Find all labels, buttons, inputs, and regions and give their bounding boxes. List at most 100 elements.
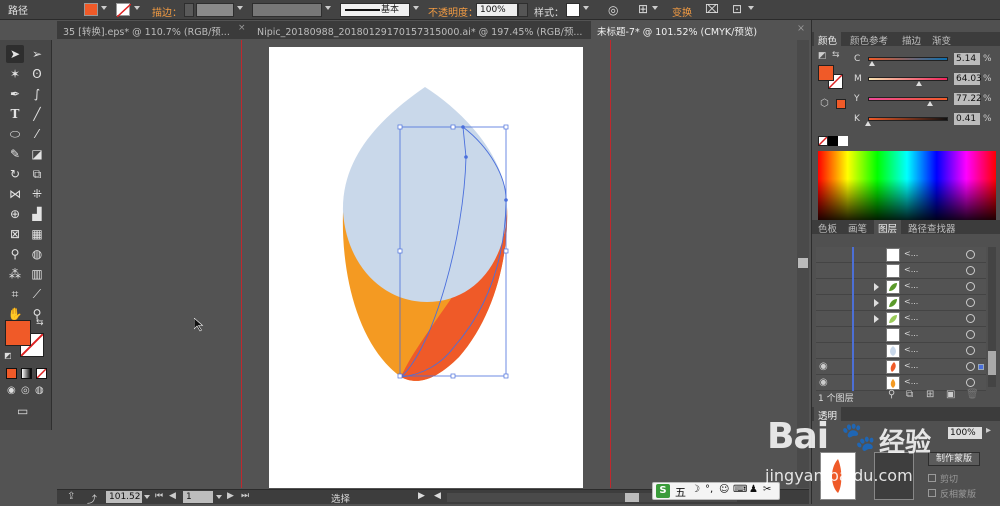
default-fill-stroke-icon[interactable]: ◩ — [818, 51, 827, 61]
layer-row[interactable]: <... — [816, 327, 986, 343]
zoom-dropdown-icon[interactable] — [144, 495, 150, 499]
visibility-eye-icon[interactable]: ◉ — [819, 361, 831, 373]
target-circle-icon[interactable] — [966, 250, 975, 259]
line-tool-icon[interactable]: ╱ — [28, 105, 46, 123]
stroke-swatch[interactable] — [116, 3, 132, 18]
tab-color[interactable]: 颜色 — [814, 32, 842, 47]
channel-value-m[interactable]: 64.03 — [954, 73, 982, 85]
gradient-tool-icon[interactable]: ▦ — [28, 225, 46, 243]
target-circle-icon[interactable] — [966, 314, 975, 323]
new-layer-icon[interactable]: ▣ — [946, 389, 955, 400]
artboard-tool-icon[interactable]: ⌗ — [6, 285, 24, 303]
target-circle-icon[interactable] — [966, 330, 975, 339]
expand-arrow-icon[interactable] — [874, 283, 879, 291]
visibility-toggle[interactable] — [819, 249, 831, 261]
rotate-tool-icon[interactable]: ↻ — [6, 165, 24, 183]
tab-color-guide[interactable]: 颜色参考 — [846, 32, 892, 47]
selected-art-indicator[interactable] — [978, 364, 984, 370]
layer-row[interactable]: <... — [816, 343, 986, 359]
sogou-logo-icon[interactable]: S — [656, 484, 670, 498]
keyboard-icon[interactable]: ⌨ — [733, 484, 747, 495]
arrange-dropdown-icon[interactable] — [748, 6, 754, 10]
color-mode-icon[interactable] — [6, 368, 17, 379]
opacity-menu-icon[interactable]: ▸ — [986, 425, 991, 436]
variable-width-profile[interactable] — [252, 3, 322, 17]
delete-layer-icon[interactable]: 🗑 — [966, 389, 979, 400]
layer-row[interactable]: <... — [816, 263, 986, 279]
layers-scrollbar[interactable] — [988, 247, 996, 387]
close-tab-1-icon[interactable]: × — [238, 23, 246, 33]
slice-tool-icon[interactable]: ⟋ — [28, 285, 46, 303]
clip-checkbox[interactable] — [928, 474, 936, 482]
visibility-toggle[interactable] — [819, 265, 831, 277]
fill-dropdown-icon[interactable] — [101, 6, 107, 10]
channel-slider-thumb-k[interactable] — [865, 121, 872, 126]
target-circle-icon[interactable] — [966, 266, 975, 275]
artboard-index-field[interactable]: 1 — [183, 491, 213, 503]
make-clipping-mask-icon[interactable]: ⧉ — [906, 389, 913, 400]
swap-colors-icon[interactable]: ⇆ — [832, 50, 840, 60]
align-icon[interactable]: ⊞ — [638, 2, 648, 16]
channel-slider-m[interactable] — [868, 77, 948, 81]
canvas[interactable] — [53, 40, 808, 488]
petal-blue-shape[interactable] — [342, 87, 507, 302]
fill-box[interactable] — [5, 320, 31, 346]
stroke-weight-field[interactable] — [196, 3, 234, 17]
visibility-toggle[interactable] — [819, 345, 831, 357]
style-dropdown-icon[interactable] — [583, 6, 589, 10]
visibility-toggle[interactable] — [819, 297, 831, 309]
opacity-slider-button[interactable] — [518, 3, 528, 17]
channel-slider-k[interactable] — [868, 117, 948, 121]
channel-slider-thumb-y[interactable] — [926, 101, 933, 106]
tab-document-1[interactable]: 35 [转换].eps* @ 110.7% (RGB/预... — [57, 21, 247, 39]
ellipse-tool-icon[interactable]: ⬭ — [6, 125, 24, 143]
opacity-label[interactable]: 不透明度： — [428, 4, 478, 19]
locate-object-icon[interactable]: ⚲ — [888, 389, 895, 400]
lasso-tool-icon[interactable]: ʘ — [28, 65, 46, 83]
pen-tool-icon[interactable]: ✒ — [6, 85, 24, 103]
draw-normal-icon[interactable]: ◉ — [7, 385, 16, 396]
tab-transparency[interactable]: 透明 — [814, 407, 842, 422]
hscroll-thumb[interactable] — [625, 493, 639, 502]
layer-name[interactable]: <... — [904, 297, 918, 306]
target-circle-icon[interactable] — [966, 362, 975, 371]
prev-artboard-icon[interactable]: ◀ — [169, 491, 176, 501]
magic-wand-tool-icon[interactable]: ✶ — [6, 65, 24, 83]
panel-fill-swatch[interactable] — [818, 65, 834, 81]
shape-builder-tool-icon[interactable]: ⊕ — [6, 205, 24, 223]
brush-profile-dropdown-icon[interactable] — [413, 6, 419, 10]
layer-row[interactable]: <... — [816, 311, 986, 327]
direct-selection-tool-icon[interactable]: ➢ — [28, 45, 46, 63]
ime-mode[interactable]: 五 — [675, 484, 686, 500]
blend-tool-icon[interactable]: ◍ — [28, 245, 46, 263]
symbol-sprayer-tool-icon[interactable]: ⁂ — [6, 265, 24, 283]
punctuation-icon[interactable]: °, — [705, 484, 713, 495]
draw-inside-icon[interactable]: ◍ — [35, 385, 44, 396]
visibility-eye-icon[interactable]: ◉ — [819, 377, 831, 389]
pencil-tool-icon[interactable]: ✎ — [6, 145, 24, 163]
selection-tool-icon[interactable]: ➤ — [6, 45, 24, 63]
channel-slider-thumb-m[interactable] — [916, 81, 923, 86]
free-transform-tool-icon[interactable]: ⁜ — [28, 185, 46, 203]
paintbrush-tool-icon[interactable]: ⁄ — [28, 125, 46, 143]
layer-row[interactable]: <... — [816, 247, 986, 263]
column-graph-tool-icon[interactable]: ▥ — [28, 265, 46, 283]
target-circle-icon[interactable] — [966, 346, 975, 355]
tab-brushes[interactable]: 画笔 — [844, 220, 871, 235]
draw-behind-icon[interactable]: ◎ — [21, 385, 30, 396]
recolor-icon[interactable]: ◎ — [608, 3, 618, 17]
eraser-tool-icon[interactable]: ◪ — [28, 145, 46, 163]
channel-value-y[interactable]: 77.22 — [954, 93, 982, 105]
layer-name[interactable]: <... — [904, 265, 918, 274]
expand-arrow-icon[interactable] — [874, 299, 879, 307]
out-of-gamut-icon[interactable]: ⬡ — [820, 98, 829, 109]
stroke-weight-stepper[interactable] — [184, 3, 194, 17]
layer-row[interactable]: ◉ <... — [816, 375, 986, 391]
close-tab-icon[interactable]: × — [797, 23, 805, 34]
align-dropdown-icon[interactable] — [652, 6, 658, 10]
share-icon[interactable]: ⇪ — [67, 491, 75, 502]
transparency-opacity-field[interactable]: 100% — [948, 427, 982, 439]
curvature-tool-icon[interactable]: ∫ — [28, 85, 46, 103]
transform-label[interactable]: 变换 — [672, 4, 692, 19]
invert-mask-checkbox[interactable] — [928, 489, 936, 497]
